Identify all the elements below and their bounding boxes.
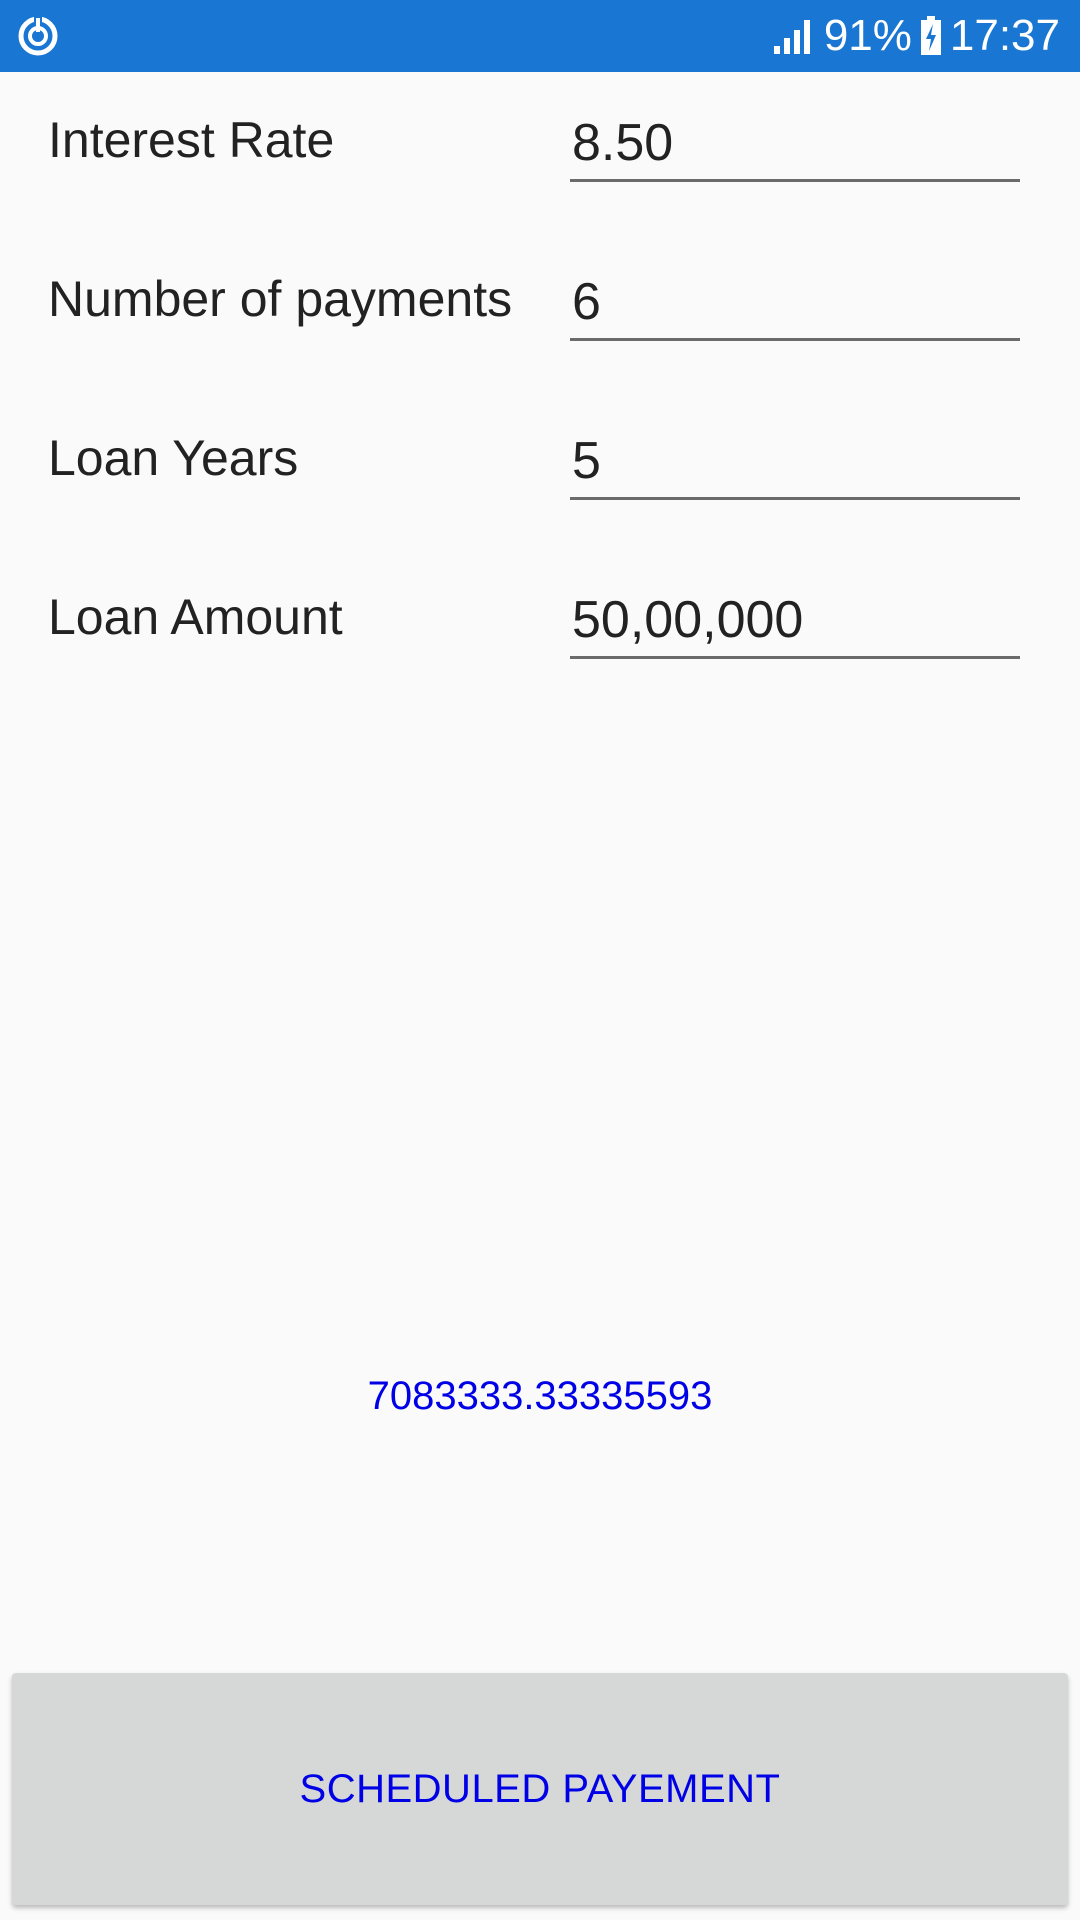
interest-rate-row: Interest Rate <box>0 100 1080 200</box>
status-right: 91% 17:37 <box>772 0 1060 72</box>
loan-years-label: Loan Years <box>48 430 299 486</box>
clock: 17:37 <box>949 11 1060 60</box>
sync-icon <box>18 16 58 56</box>
result-text: 7083333.33335593 <box>367 1374 713 1418</box>
payments-row: Number of payments <box>0 259 1080 359</box>
battery-charging-icon <box>920 16 941 55</box>
interest-rate-input[interactable] <box>570 106 1020 182</box>
interest-rate-label: Interest Rate <box>48 112 335 168</box>
loan-years-row: Loan Years <box>0 418 1080 518</box>
status-bar: 91% 17:37 <box>0 0 1080 72</box>
loan-years-input[interactable] <box>570 424 1020 500</box>
battery-percent: 91% <box>823 11 912 60</box>
signal-icon <box>773 20 810 54</box>
payments-input[interactable] <box>570 265 1020 341</box>
loan-amount-input[interactable] <box>570 583 1020 659</box>
loan-amount-row: Loan Amount <box>0 577 1080 677</box>
payments-label: Number of payments <box>48 271 513 327</box>
loan-amount-label: Loan Amount <box>48 589 343 645</box>
scheduled-payment-button[interactable]: SCHEDULED PAYEMENT <box>12 1673 1068 1905</box>
